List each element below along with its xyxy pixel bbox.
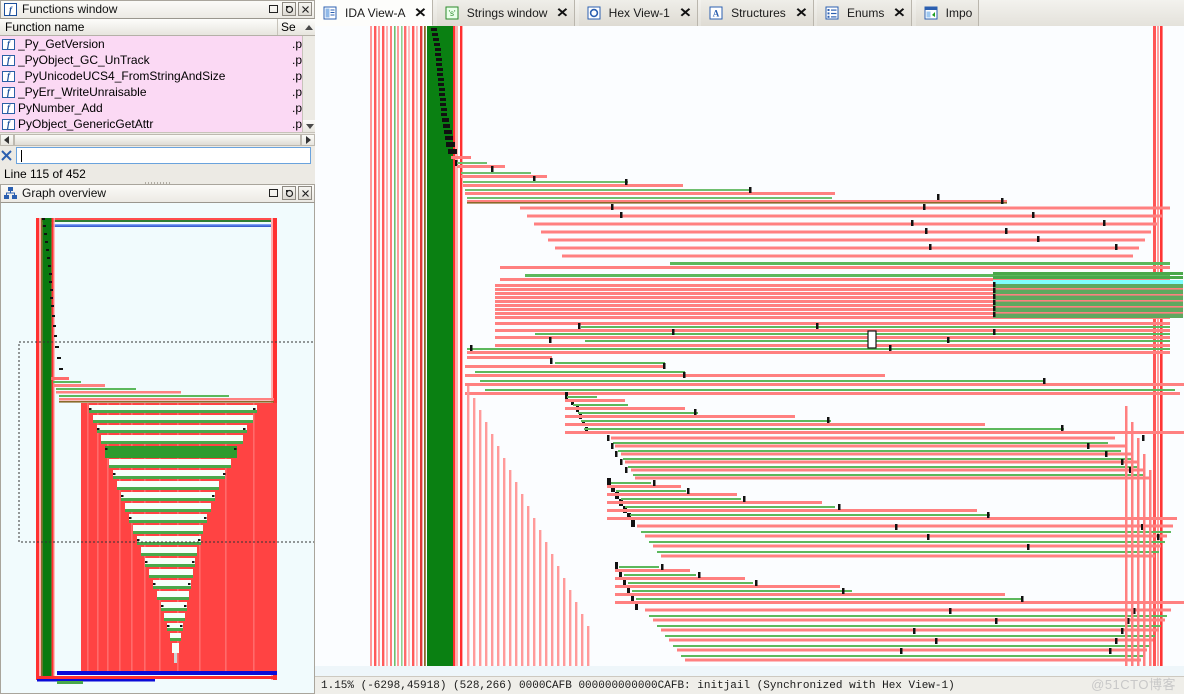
scrollbar-thumb[interactable] xyxy=(13,133,302,146)
functions-vertical-scrollbar[interactable] xyxy=(302,36,316,132)
functions-window: f Functions window Function name Se f _P… xyxy=(0,0,319,184)
watermark: @51CTO博客 xyxy=(1091,677,1176,692)
graph-status-bar: 1.15% (-6298,45918) (528,266) 0000CAFB 0… xyxy=(315,676,1184,694)
tab-imports[interactable]: Impo xyxy=(915,0,980,26)
graph-overview-window: Graph overview xyxy=(0,184,315,694)
table-row[interactable]: f PyNumber_Add .pl xyxy=(0,100,314,116)
scroll-up-icon[interactable] xyxy=(303,19,315,35)
functions-horizontal-scrollbar[interactable] xyxy=(0,132,315,146)
close-icon[interactable] xyxy=(298,186,312,200)
column-header-segment[interactable]: Se xyxy=(278,19,303,35)
imports-icon xyxy=(924,6,939,20)
scroll-left-icon[interactable] xyxy=(0,133,14,146)
table-row[interactable]: f _PyErr_WriteUnraisable .pl xyxy=(0,84,314,100)
function-name: _PyUnicodeUCS4_FromStringAndSize xyxy=(18,69,226,83)
green-wedge xyxy=(993,272,1183,318)
restore-icon[interactable] xyxy=(266,186,280,200)
function-icon: f xyxy=(2,70,15,82)
function-icon: f xyxy=(2,102,15,114)
functions-status-line: Line 115 of 452 xyxy=(0,165,319,182)
strings-icon: 's' xyxy=(445,6,460,20)
svg-text:A: A xyxy=(713,9,720,19)
function-name: _PyErr_WriteUnraisable xyxy=(18,85,147,99)
function-name: PyObject_GenericGetAttr xyxy=(18,117,154,131)
graph-overview-title: Graph overview xyxy=(22,186,107,200)
function-name: PyNumber_Add xyxy=(18,101,103,115)
graph-overview-icon xyxy=(4,187,17,200)
graph-overview-canvas[interactable] xyxy=(0,203,315,694)
tab-ida-view-a[interactable]: IDA View-A ✕ xyxy=(315,0,434,26)
graph-overview-titlebar: Graph overview xyxy=(0,184,315,203)
tab-strings-window[interactable]: 's' Strings window ✕ xyxy=(436,0,576,26)
filter-icon[interactable] xyxy=(0,149,16,162)
function-icon: f xyxy=(2,38,15,50)
tab-close-icon[interactable]: ✕ xyxy=(894,5,907,21)
graph-overview-controls xyxy=(266,186,312,200)
tab-label: Hex View-1 xyxy=(608,6,670,20)
tab-label: IDA View-A xyxy=(345,5,406,20)
function-icon: f xyxy=(2,118,15,130)
graph-overview-render xyxy=(1,203,314,692)
float-icon[interactable] xyxy=(282,186,296,200)
svg-text:'s': 's' xyxy=(448,9,456,18)
functions-table[interactable]: f _Py_GetVersion .pl f _PyObject_GC_UnTr… xyxy=(0,36,315,132)
table-row[interactable]: f PyObject_GenericGetAttr .pl xyxy=(0,116,314,132)
graph-render xyxy=(315,26,1184,676)
table-row[interactable]: f _Py_GetVersion .pl xyxy=(0,36,314,52)
tab-label: Enums xyxy=(847,6,885,20)
functions-window-title: Functions window xyxy=(22,2,118,16)
ida-view-icon xyxy=(323,6,338,20)
functions-table-header: Function name Se xyxy=(0,19,315,36)
functions-window-titlebar: f Functions window xyxy=(0,0,315,19)
left-dock: f Functions window Function name Se f _P… xyxy=(0,0,319,694)
tab-structures[interactable]: A Structures ✕ xyxy=(701,0,814,26)
function-icon: f xyxy=(2,54,15,66)
status-text: 1.15% (-6298,45918) (528,266) 0000CAFB 0… xyxy=(321,679,955,692)
left-edge-bundle xyxy=(370,26,463,676)
structures-icon: A xyxy=(709,6,724,20)
float-icon[interactable] xyxy=(282,2,296,16)
restore-icon[interactable] xyxy=(266,2,280,16)
close-icon[interactable] xyxy=(298,2,312,16)
selected-node xyxy=(867,330,877,349)
table-row[interactable]: f _PyUnicodeUCS4_FromStringAndSize .pl xyxy=(0,68,314,84)
scroll-right-icon[interactable] xyxy=(301,133,315,146)
tab-close-icon[interactable]: ✕ xyxy=(415,5,428,21)
main-dock: IDA View-A ✕ 's' Strings window ✕ Hex Vi… xyxy=(315,0,1184,694)
ida-graph-view[interactable] xyxy=(315,26,1184,676)
function-icon: f xyxy=(2,86,15,98)
view-tabbar: IDA View-A ✕ 's' Strings window ✕ Hex Vi… xyxy=(315,0,1184,26)
tab-label: Strings window xyxy=(466,6,548,20)
hex-view-icon xyxy=(587,6,602,20)
functions-filter-bar xyxy=(0,146,315,165)
tab-close-icon[interactable]: ✕ xyxy=(679,5,692,21)
column-header-function-name[interactable]: Function name xyxy=(0,19,278,35)
function-window-icon: f xyxy=(4,3,17,16)
nested-edge-bands-upper xyxy=(520,206,1170,258)
function-name: _PyObject_GC_UnTrack xyxy=(18,53,150,67)
tab-close-icon[interactable]: ✕ xyxy=(557,5,570,21)
tab-hex-view-1[interactable]: Hex View-1 ✕ xyxy=(578,0,698,26)
table-row[interactable]: f _PyObject_GC_UnTrack .pl xyxy=(0,52,314,68)
enums-icon xyxy=(825,6,840,20)
functions-window-controls xyxy=(266,2,312,16)
function-name: _Py_GetVersion xyxy=(18,37,105,51)
search-input[interactable] xyxy=(16,147,311,164)
tab-label: Impo xyxy=(945,6,973,20)
tab-label: Structures xyxy=(731,6,786,20)
ida-main-window: f Functions window Function name Se f _P… xyxy=(0,0,1184,694)
tab-close-icon[interactable]: ✕ xyxy=(795,5,808,21)
tab-enums[interactable]: Enums ✕ xyxy=(817,0,913,26)
